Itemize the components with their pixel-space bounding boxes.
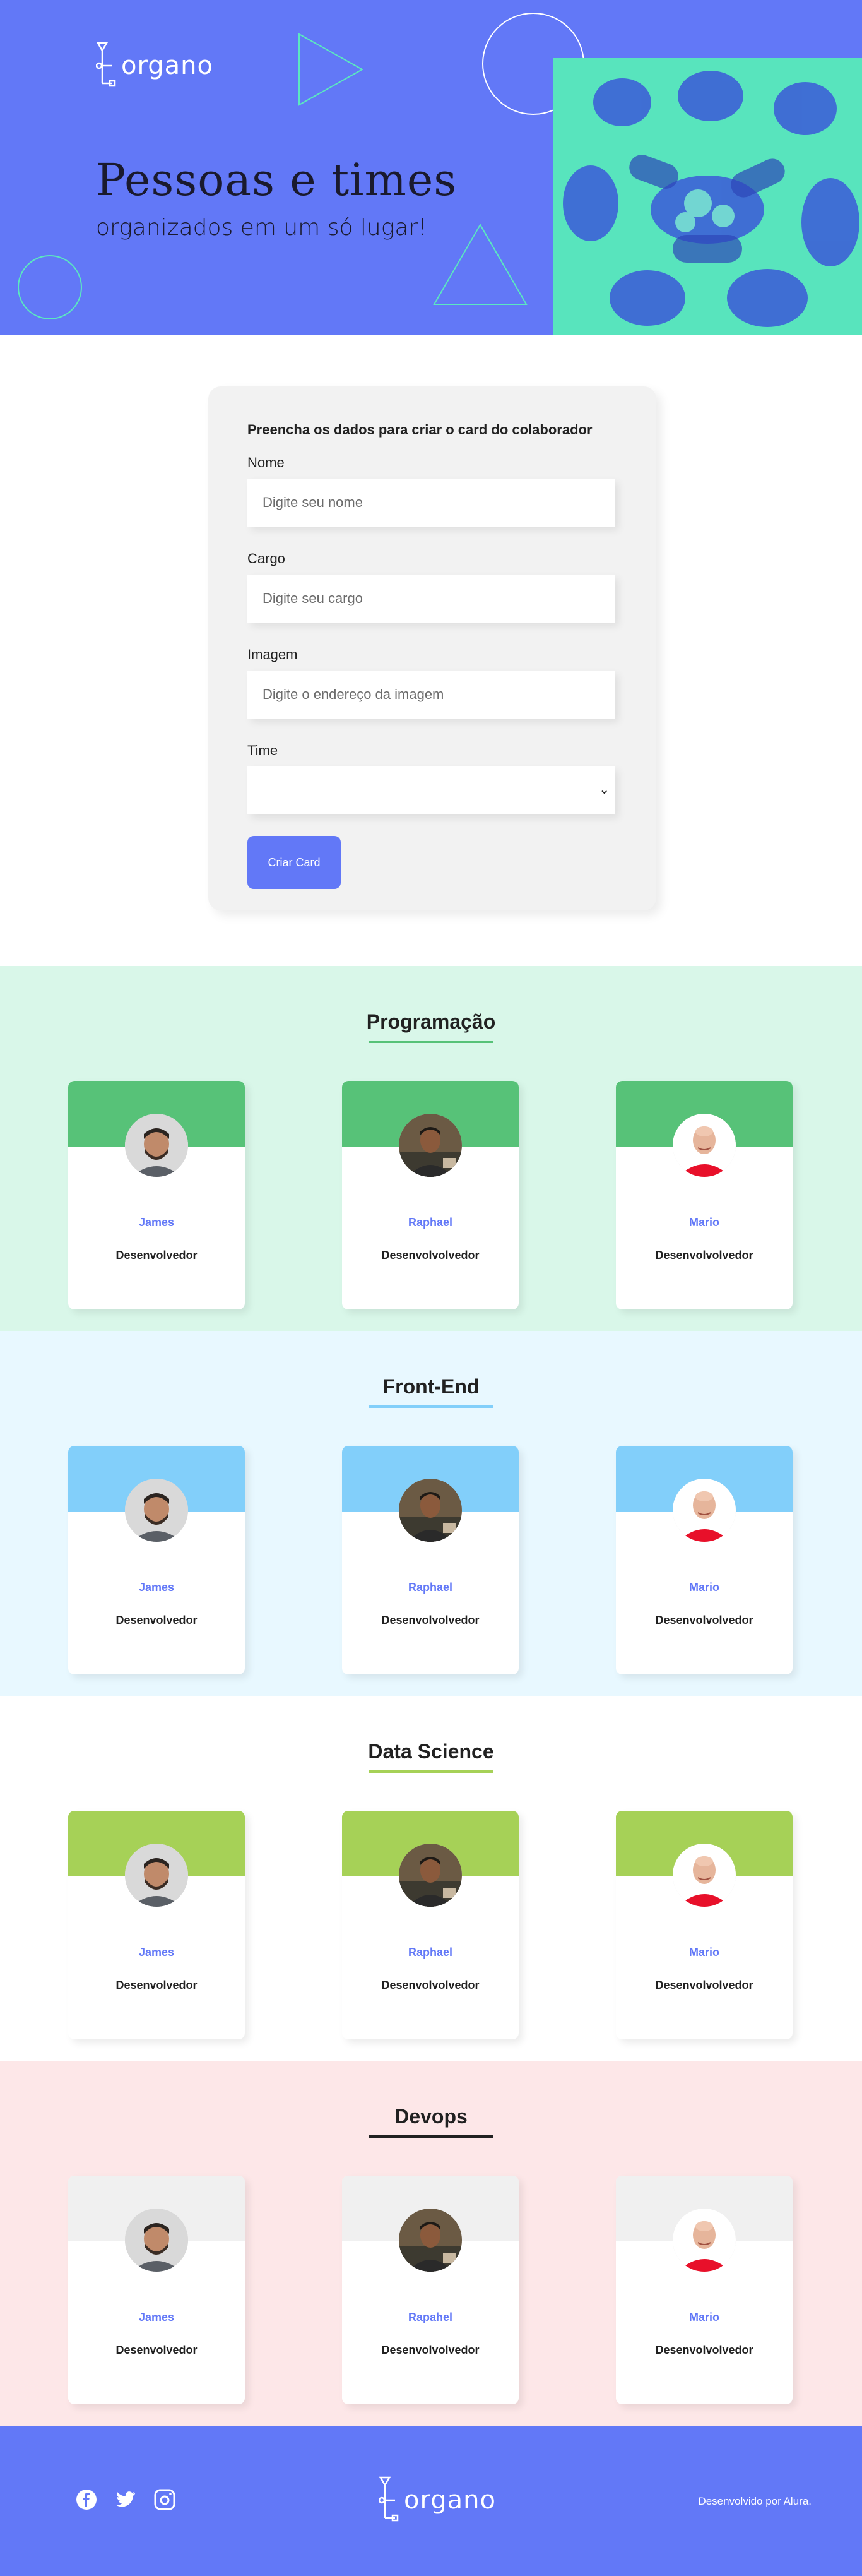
- instagram-icon[interactable]: [154, 2489, 175, 2510]
- avatar: [125, 1479, 188, 1542]
- collaborator-role: Desenvolvolvedor: [655, 1979, 753, 1991]
- team-title-underline: [369, 2135, 493, 2138]
- hero-title: Pessoas e times: [96, 154, 458, 206]
- form-section: Preencha os dados para criar o card do c…: [0, 335, 862, 966]
- image-url-input[interactable]: [247, 671, 615, 719]
- triangle-bottom-decoration: [433, 224, 528, 305]
- team-select[interactable]: ⌄: [247, 766, 615, 814]
- collaborator-card: James Desenvolvedor: [68, 1811, 245, 2039]
- hero-banner: organo Pessoas e times organizados em um…: [0, 0, 862, 335]
- name-label: Nome: [247, 455, 285, 470]
- small-circle-decoration: [18, 255, 82, 319]
- team-title-underline: [369, 1770, 493, 1773]
- footer-credit: Desenvolvido por Alura.: [698, 2495, 812, 2507]
- team-title: Programação: [366, 1010, 496, 1033]
- collaborator-role: Desenvolvolvedor: [381, 1614, 480, 1626]
- team-label: Time: [247, 742, 278, 758]
- chevron-down-icon: ⌄: [599, 783, 610, 797]
- avatar: [125, 1844, 188, 1907]
- collaborator-name: James: [138, 1946, 175, 1959]
- team-title-underline: [369, 1405, 493, 1408]
- team-section: Data Science James Desenvolvedor Raphael Des…: [0, 1696, 862, 2061]
- collaborator-card: James Desenvolvedor: [68, 2176, 245, 2404]
- collaborator-card: James Desenvolvedor: [68, 1446, 245, 1674]
- avatar: [399, 1479, 462, 1542]
- collaborator-card: Mario Desenvolvolvedor: [616, 1446, 793, 1674]
- collaborator-role: Desenvolvolvedor: [381, 1249, 480, 1261]
- avatar: [125, 1114, 188, 1177]
- avatar: [125, 2209, 188, 2272]
- team-section: Front-End James Desenvolvedor Raphael Desenv…: [0, 1331, 862, 1696]
- role-label: Cargo: [247, 551, 285, 566]
- team-section: Devops James Desenvolvedor Rapahel Desenvolv…: [0, 2061, 862, 2426]
- collaborator-role: Desenvolvolvedor: [381, 2344, 480, 2356]
- avatar: [399, 1844, 462, 1907]
- collaborator-name: Mario: [688, 1946, 719, 1959]
- avatar: [673, 1479, 736, 1542]
- form-heading: Preencha os dados para criar o card do c…: [247, 422, 593, 438]
- collaborator-card: Mario Desenvolvolvedor: [616, 1081, 793, 1309]
- avatar: [673, 1844, 736, 1907]
- team-section: Programação James Desenvolvedor Raphael Dese…: [0, 966, 862, 1331]
- team-title-underline: [369, 1041, 493, 1043]
- collaborator-role: Desenvolvedor: [115, 2344, 198, 2356]
- organo-logo-icon: [379, 2476, 399, 2522]
- collaborator-role: Desenvolvolvedor: [655, 1614, 753, 1626]
- collaborator-name: Mario: [688, 2311, 719, 2323]
- role-input[interactable]: [247, 575, 615, 623]
- collaborator-card: Raphael Desenvolvolvedor: [342, 1446, 519, 1674]
- footer-logo[interactable]: organo: [379, 2476, 496, 2524]
- avatar: [399, 1114, 462, 1177]
- collaborator-role: Desenvolvedor: [115, 1979, 198, 1991]
- collaborator-card: Mario Desenvolvolvedor: [616, 1811, 793, 2039]
- collaborator-name: Mario: [688, 1216, 719, 1229]
- hero-team-photo: [553, 58, 862, 335]
- collaborator-name: Rapahel: [408, 2311, 453, 2323]
- avatar: [673, 1114, 736, 1177]
- name-input[interactable]: [247, 479, 615, 527]
- team-title: Data Science: [368, 1740, 494, 1763]
- create-card-form: Preencha os dados para criar o card do c…: [208, 386, 656, 910]
- avatar: [673, 2209, 736, 2272]
- collaborator-name: Raphael: [408, 1216, 453, 1229]
- collaborator-role: Desenvolvolvedor: [381, 1979, 480, 1991]
- collaborator-role: Desenvolvedor: [115, 1249, 198, 1261]
- logo-wordmark: organo: [121, 51, 213, 80]
- collaborator-role: Desenvolvedor: [115, 1614, 198, 1626]
- triangle-outline-decoration: [298, 33, 364, 106]
- avatar: [399, 2209, 462, 2272]
- collaborator-card: Mario Desenvolvolvedor: [616, 2176, 793, 2404]
- collaborator-name: James: [138, 1581, 175, 1594]
- collaborator-name: James: [138, 2311, 175, 2323]
- collaborator-name: James: [138, 1216, 175, 1229]
- teams-list: Programação James Desenvolvedor Raphael Dese…: [0, 966, 862, 2426]
- twitter-icon[interactable]: [115, 2489, 136, 2510]
- create-card-button[interactable]: Criar Card: [247, 836, 341, 889]
- image-label: Imagem: [247, 647, 298, 662]
- collaborator-role: Desenvolvolvedor: [655, 2344, 753, 2356]
- team-title: Devops: [394, 2105, 468, 2128]
- collaborator-name: Raphael: [408, 1581, 453, 1594]
- collaborator-card: Rapahel Desenvolvolvedor: [342, 2176, 519, 2404]
- collaborator-name: Mario: [688, 1581, 719, 1594]
- hero-subtitle: organizados em um só lugar!: [96, 215, 427, 241]
- collaborator-card: Raphael Desenvolvolvedor: [342, 1081, 519, 1309]
- collaborator-card: James Desenvolvedor: [68, 1081, 245, 1309]
- collaborator-card: Raphael Desenvolvolvedor: [342, 1811, 519, 2039]
- organo-logo-icon: [96, 42, 116, 87]
- footer-logo-wordmark: organo: [404, 2486, 496, 2515]
- header-logo[interactable]: organo: [96, 42, 213, 90]
- collaborator-role: Desenvolvolvedor: [655, 1249, 753, 1261]
- collaborator-name: Raphael: [408, 1946, 453, 1959]
- facebook-icon[interactable]: [76, 2489, 97, 2510]
- team-title: Front-End: [382, 1375, 480, 1398]
- footer: organo Desenvolvido por Alura.: [0, 2426, 862, 2576]
